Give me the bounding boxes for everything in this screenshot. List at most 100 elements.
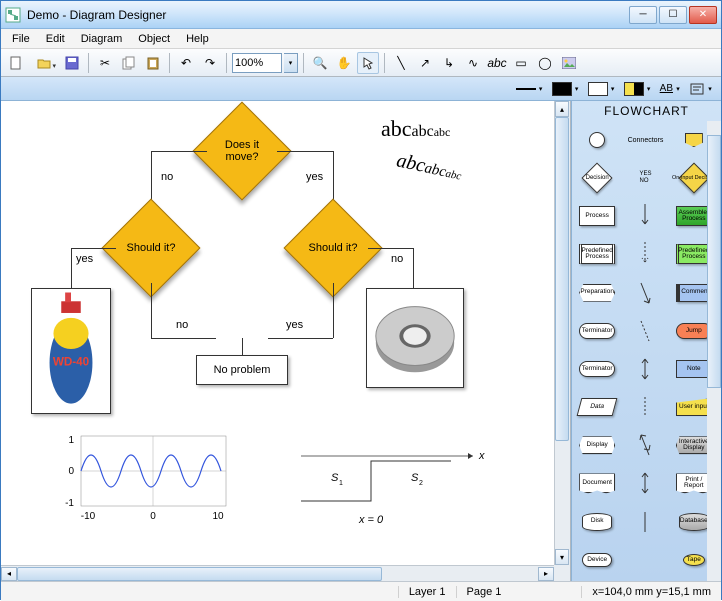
horizontal-scrollbar[interactable]: ◂ ▸: [1, 565, 554, 581]
image-tool[interactable]: [558, 52, 580, 74]
connector[interactable]: [151, 283, 152, 338]
pal-biarrow3[interactable]: [622, 428, 668, 462]
zoom-dropdown[interactable]: ▾: [284, 53, 298, 73]
pal-connector-circle[interactable]: [574, 123, 620, 157]
pal-arrow2[interactable]: [622, 237, 668, 271]
connector[interactable]: [151, 151, 207, 152]
pal-predef[interactable]: Predefined Process: [574, 237, 620, 271]
menu-file[interactable]: File: [5, 31, 37, 47]
connector[interactable]: [71, 248, 72, 288]
scroll-up[interactable]: ▴: [555, 101, 569, 117]
pointer-tool[interactable]: [357, 52, 379, 74]
connector[interactable]: [413, 248, 414, 288]
open-button[interactable]: [29, 52, 59, 74]
pal-arrow3[interactable]: [622, 276, 668, 310]
zoom-input[interactable]: [232, 53, 282, 73]
pal-biarrow[interactable]: [622, 352, 668, 386]
scroll-right[interactable]: ▸: [538, 567, 554, 581]
graph-plot[interactable]: 1 0 -1 -10 0 10: [56, 431, 231, 526]
text-tool[interactable]: abc: [486, 52, 508, 74]
scroll-h-thumb[interactable]: [17, 567, 382, 581]
cut-button[interactable]: ✂: [94, 52, 116, 74]
redo-button[interactable]: ↷: [199, 52, 221, 74]
menu-edit[interactable]: Edit: [39, 31, 72, 47]
align-dropdown[interactable]: ▾: [705, 82, 715, 96]
pal-decision[interactable]: Decision: [574, 161, 620, 195]
svg-text:1: 1: [339, 480, 343, 487]
fill2-color-swatch[interactable]: [624, 82, 644, 96]
text-style-sample[interactable]: AB: [660, 83, 673, 94]
status-page[interactable]: Page 1: [456, 586, 512, 598]
line-tool[interactable]: ╲: [390, 52, 412, 74]
maximize-button[interactable]: ☐: [659, 6, 687, 24]
paste-button[interactable]: [142, 52, 164, 74]
pal-arrow[interactable]: [622, 199, 668, 233]
pal-display[interactable]: Display: [574, 428, 620, 462]
text-sample-large[interactable]: abcabcabc: [381, 116, 450, 142]
canvas-area[interactable]: Does it move? no yes Should it? Should i…: [1, 101, 571, 581]
line-color-dropdown[interactable]: ▾: [572, 82, 582, 96]
connector[interactable]: [268, 338, 333, 339]
image-left[interactable]: WD-40: [31, 288, 111, 414]
connector-tool[interactable]: ↳: [438, 52, 460, 74]
vertical-scrollbar[interactable]: ▴ ▾: [554, 101, 570, 565]
menu-diagram[interactable]: Diagram: [74, 31, 130, 47]
connector[interactable]: [368, 248, 413, 249]
align-icon[interactable]: [689, 82, 705, 96]
pal-biarrow2[interactable]: [622, 390, 668, 424]
arrow-tool[interactable]: ↗: [414, 52, 436, 74]
pal-device[interactable]: Device: [574, 543, 620, 577]
minimize-button[interactable]: ─: [629, 6, 657, 24]
decision-root[interactable]: Does it move?: [207, 116, 277, 186]
connector[interactable]: [333, 283, 334, 338]
undo-button[interactable]: ↶: [175, 52, 197, 74]
rect-tool[interactable]: ▭: [510, 52, 532, 74]
pal-document[interactable]: Document: [574, 466, 620, 500]
fill2-color-dropdown[interactable]: ▾: [644, 82, 654, 96]
edge-label-yes: yes: [286, 319, 303, 331]
line-style-dropdown[interactable]: ▾: [536, 82, 546, 96]
pal-line[interactable]: [622, 505, 668, 539]
process-result[interactable]: No problem: [196, 355, 288, 385]
line-color-swatch[interactable]: [552, 82, 572, 96]
pal-terminator[interactable]: Terminator: [574, 314, 620, 348]
pal-disk[interactable]: Disk: [574, 505, 620, 539]
text-sample-rotated[interactable]: abcabcabc: [394, 149, 464, 185]
scroll-v-thumb[interactable]: [555, 117, 569, 441]
pan-tool[interactable]: ✋: [333, 52, 355, 74]
zoom-tool[interactable]: 🔍: [309, 52, 331, 74]
scroll-left[interactable]: ◂: [1, 567, 17, 581]
pal-connectors-label: Connectors: [622, 123, 668, 157]
decision-right[interactable]: Should it?: [298, 213, 368, 283]
menu-help[interactable]: Help: [179, 31, 216, 47]
menu-bar: File Edit Diagram Object Help: [1, 29, 721, 49]
line-style-icon[interactable]: [516, 82, 536, 96]
connector[interactable]: [242, 338, 243, 355]
pal-process[interactable]: Process: [574, 199, 620, 233]
menu-object[interactable]: Object: [131, 31, 177, 47]
scroll-down[interactable]: ▾: [555, 549, 569, 565]
connector[interactable]: [151, 338, 216, 339]
connector[interactable]: [277, 151, 333, 152]
pal-biarrow4[interactable]: [622, 466, 668, 500]
text-style-dropdown[interactable]: ▾: [673, 82, 683, 96]
status-layer[interactable]: Layer 1: [398, 586, 456, 598]
close-button[interactable]: ✕: [689, 6, 717, 24]
new-button[interactable]: [5, 52, 27, 74]
palette-scrollbar[interactable]: [707, 121, 721, 581]
connector[interactable]: [71, 248, 116, 249]
decision-left[interactable]: Should it?: [116, 213, 186, 283]
pal-data[interactable]: Data: [574, 390, 620, 424]
step-plot[interactable]: x S1 S2 x = 0: [291, 441, 491, 531]
pal-arrow4[interactable]: [622, 314, 668, 348]
copy-button[interactable]: [118, 52, 140, 74]
curve-tool[interactable]: ∿: [462, 52, 484, 74]
ellipse-tool[interactable]: ◯: [534, 52, 556, 74]
pal-preparation[interactable]: Preparation: [574, 276, 620, 310]
image-right[interactable]: [366, 288, 464, 388]
fill-color-swatch[interactable]: [588, 82, 608, 96]
fill-color-dropdown[interactable]: ▾: [608, 82, 618, 96]
pal-terminator2[interactable]: Terminator: [574, 352, 620, 386]
pal-line2[interactable]: [622, 543, 668, 577]
save-button[interactable]: [61, 52, 83, 74]
